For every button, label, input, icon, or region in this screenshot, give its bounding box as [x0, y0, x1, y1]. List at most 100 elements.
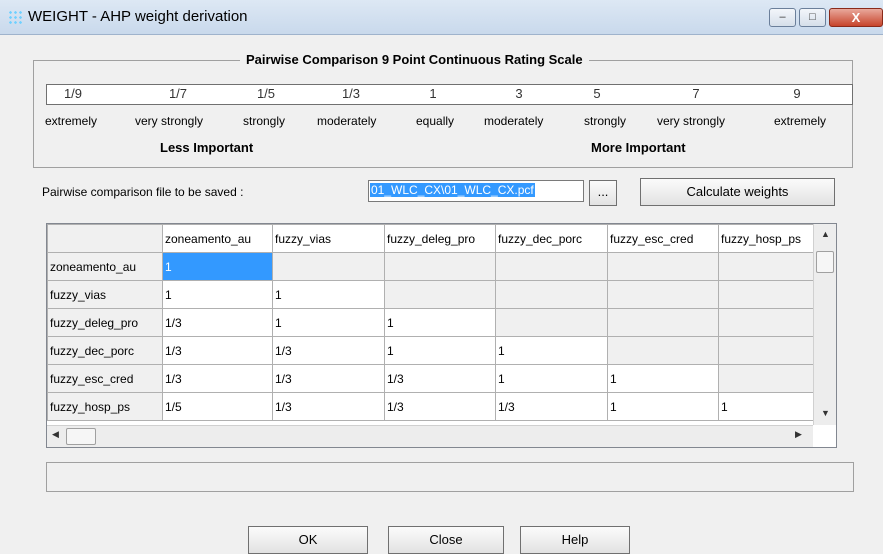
row-header: fuzzy_esc_cred [47, 364, 163, 393]
grid-cell [607, 336, 719, 365]
grid-cell[interactable]: 1/3 [272, 336, 385, 365]
browse-button[interactable]: ... [589, 180, 617, 206]
scale-word: moderately [317, 114, 377, 128]
file-label: Pairwise comparison file to be saved : [42, 185, 244, 199]
ok-button[interactable]: OK [248, 526, 368, 554]
column-header[interactable]: fuzzy_dec_porc [495, 224, 608, 253]
scale-value: 1/7 [168, 86, 188, 101]
grid-cell[interactable]: 1 [607, 392, 719, 421]
file-path-input[interactable]: 01_WLC_CX\01_WLC_CX.pcf [368, 180, 584, 202]
scale-value: 5 [593, 86, 601, 101]
grid-cell [495, 308, 608, 337]
comparison-table: zoneamento_au fuzzy_vias fuzzy_deleg_pro… [47, 224, 829, 421]
title-bar: WEIGHT - AHP weight derivation – □ X [0, 0, 883, 35]
app-icon [8, 10, 22, 24]
grid-cell[interactable]: 1 [718, 392, 829, 421]
grid-cell[interactable]: 1/3 [495, 392, 608, 421]
grid-cell[interactable]: 1/3 [272, 392, 385, 421]
scale-word: moderately [484, 114, 544, 128]
maximize-button[interactable]: □ [799, 8, 826, 27]
grid-cell[interactable]: 1/5 [162, 392, 273, 421]
column-header[interactable]: fuzzy_hosp_ps [718, 224, 829, 253]
table-row: fuzzy_hosp_ps 1/5 1/3 1/3 1/3 1 1 [47, 392, 829, 421]
table-row: fuzzy_deleg_pro 1/3 1 1 [47, 308, 829, 337]
scale-value: 3 [515, 86, 523, 101]
grid-cell[interactable]: 1/3 [272, 364, 385, 393]
table-row: fuzzy_esc_cred 1/3 1/3 1/3 1 1 [47, 364, 829, 393]
scale-word: strongly [243, 114, 286, 128]
scale-value: 1/5 [256, 86, 276, 101]
grid-cell [607, 252, 719, 281]
row-header: fuzzy_deleg_pro [47, 308, 163, 337]
table-header-row: zoneamento_au fuzzy_vias fuzzy_deleg_pro… [47, 224, 829, 253]
scale-value: 1/9 [63, 86, 83, 101]
vertical-scroll-thumb[interactable] [816, 251, 834, 273]
horizontal-scrollbar[interactable]: ◀ ▶ [47, 425, 813, 447]
scroll-right-icon[interactable]: ▶ [795, 429, 802, 440]
grid-cell [718, 252, 829, 281]
grid-cell[interactable]: 1 [384, 336, 496, 365]
grid-cell [607, 308, 719, 337]
row-header: fuzzy_dec_porc [47, 336, 163, 365]
grid-cell [495, 252, 608, 281]
grid-cell[interactable]: 1 [272, 280, 385, 309]
scale-word: extremely [45, 114, 98, 128]
scroll-left-icon[interactable]: ◀ [52, 429, 59, 440]
row-header: fuzzy_vias [47, 280, 163, 309]
close-button[interactable]: Close [388, 526, 504, 554]
help-button[interactable]: Help [520, 526, 630, 554]
rating-scale-title: Pairwise Comparison 9 Point Continuous R… [240, 52, 589, 67]
grid-cell [607, 280, 719, 309]
scale-value: 9 [793, 86, 801, 101]
grid-cell[interactable]: 1/3 [384, 392, 496, 421]
row-header: fuzzy_hosp_ps [47, 392, 163, 421]
column-header[interactable]: fuzzy_deleg_pro [384, 224, 496, 253]
grid-cell[interactable]: 1 [495, 336, 608, 365]
column-header[interactable]: zoneamento_au [162, 224, 273, 253]
grid-cell[interactable]: 1/3 [162, 336, 273, 365]
grid-cell[interactable]: 1/3 [162, 364, 273, 393]
grid-cell[interactable]: 1 [162, 280, 273, 309]
scale-word: very strongly [135, 114, 204, 128]
scale-word: very strongly [657, 114, 726, 128]
grid-cell[interactable]: 1 [162, 252, 273, 281]
grid-cell[interactable]: 1 [495, 364, 608, 393]
file-path-value: 01_WLC_CX\01_WLC_CX.pcf [370, 183, 535, 197]
grid-cell[interactable]: 1/3 [384, 364, 496, 393]
row-header: zoneamento_au [47, 252, 163, 281]
grid-cell[interactable]: 1 [272, 308, 385, 337]
more-important-label: More Important [591, 140, 686, 155]
grid-cell[interactable]: 1/3 [162, 308, 273, 337]
grid-cell [718, 336, 829, 365]
grid-cell [384, 252, 496, 281]
scale-word: strongly [584, 114, 627, 128]
scale-value: 1 [429, 86, 437, 101]
table-row: fuzzy_dec_porc 1/3 1/3 1 1 [47, 336, 829, 365]
close-window-button[interactable]: X [829, 8, 883, 27]
corner-cell [47, 224, 163, 253]
grid-cell[interactable]: 1 [384, 308, 496, 337]
scale-value: 7 [692, 86, 700, 101]
column-header[interactable]: fuzzy_vias [272, 224, 385, 253]
grid-cell [272, 252, 385, 281]
scroll-up-icon[interactable]: ▲ [814, 229, 836, 239]
calculate-weights-button[interactable]: Calculate weights [640, 178, 835, 206]
vertical-scrollbar[interactable]: ▲ ▼ [813, 224, 836, 425]
minimize-button[interactable]: – [769, 8, 796, 27]
less-important-label: Less Important [160, 140, 254, 155]
grid-cell [384, 280, 496, 309]
comparison-grid: zoneamento_au fuzzy_vias fuzzy_deleg_pro… [46, 223, 837, 448]
scroll-down-icon[interactable]: ▼ [814, 408, 836, 418]
grid-cell [718, 280, 829, 309]
table-row: zoneamento_au 1 [47, 252, 829, 281]
scale-word: equally [416, 114, 455, 128]
grid-cell[interactable]: 1 [607, 364, 719, 393]
scale-value: 1/3 [341, 86, 361, 101]
scale-word: extremely [774, 114, 827, 128]
horizontal-scroll-thumb[interactable] [66, 428, 96, 445]
column-header[interactable]: fuzzy_esc_cred [607, 224, 719, 253]
grid-cell [495, 280, 608, 309]
grid-cell [718, 364, 829, 393]
status-box [46, 462, 854, 492]
window-title: WEIGHT - AHP weight derivation [28, 8, 248, 25]
